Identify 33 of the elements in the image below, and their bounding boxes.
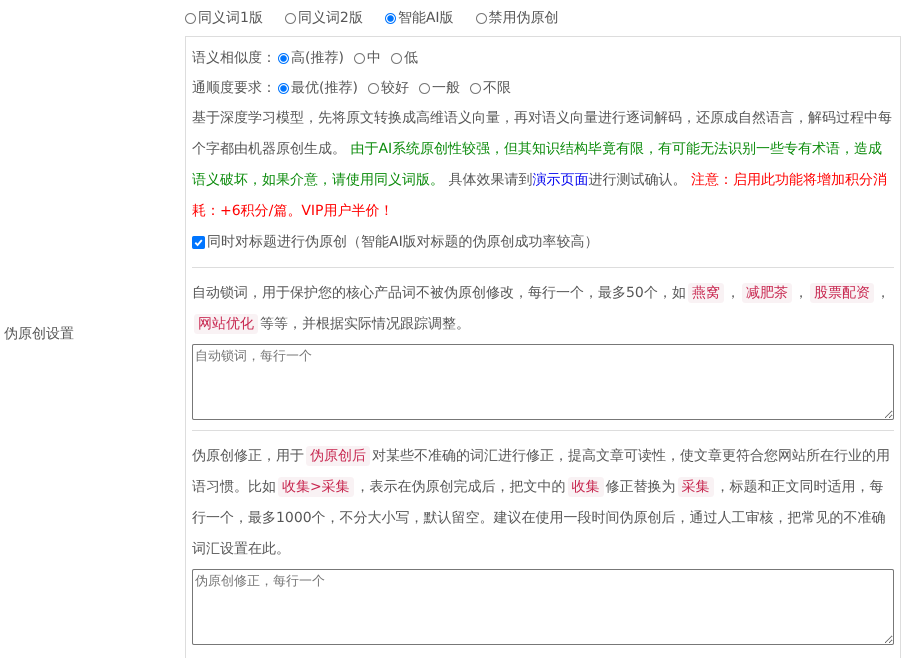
- option-radio[interactable]: 低: [390, 49, 418, 67]
- option-radio[interactable]: 高(推荐): [278, 49, 344, 67]
- option-radio[interactable]: 不限: [470, 79, 511, 97]
- option-label: 语义相似度：: [192, 49, 276, 67]
- checkbox-icon[interactable]: [192, 236, 205, 248]
- radio-icon[interactable]: [368, 82, 379, 94]
- radio-icon[interactable]: [185, 12, 196, 24]
- radio-icon[interactable]: [278, 82, 289, 94]
- radio-icon[interactable]: [354, 52, 365, 64]
- mode-radio[interactable]: 同义词2版: [284, 9, 363, 27]
- title-checkbox[interactable]: 同时对标题进行伪原创（智能AI版对标题的伪原创成功率较高）: [192, 227, 894, 257]
- option-label: 通顺度要求：: [192, 79, 276, 97]
- section-description: 伪原创修正，用于 伪原创后 对某些不准确的词汇进行修正，提高文章可读性，使文章更符合您网站所在行业的用语习惯。比如 收集>采集 ，表示在伪原创完成后，把文中的 收集 修正替换为 采集 ，标题和正文同时适用，每行一个，最多1000个，不分大小写，默认留空。建议在使用一段时间伪原创后，通过人工审核，把常见的不准确词汇设置在此。: [192, 445, 891, 559]
- ai-description: 基于深度学习模型，先将原文转换成高维语义向量，再对语义向量进行逐词解码，还原成自然语言，解码过程中每个字都由机器原创生成。 由于AI系统原创性较强，但其知识结构毕竟有限，有可能无法识别一些专有术语，造成语义破坏，如果介意，请使用同义词版。 具体效果请到演示页面进行测试确认。 注意：启用此功能将增加积分消耗：+6积分/篇。VIP用户半价！: [192, 109, 893, 221]
- radio-icon[interactable]: [390, 52, 402, 64]
- mode-radio[interactable]: 同义词1版: [185, 9, 263, 27]
- option-radio[interactable]: 中: [354, 49, 381, 67]
- radio-icon[interactable]: [418, 82, 430, 94]
- radio-icon[interactable]: [284, 12, 296, 24]
- option-radio[interactable]: 较好: [368, 79, 409, 97]
- mode-radio[interactable]: 智能AI版: [384, 9, 454, 27]
- radio-icon[interactable]: [384, 12, 396, 24]
- radio-icon[interactable]: [470, 82, 481, 94]
- mode-radio[interactable]: 禁用伪原创: [476, 9, 559, 27]
- section-description: 自动锁词，用于保护您的核心产品词不被伪原创修改，每行一个，最多50个，如 燕窝 ， 减肥茶 ， 股票配资 ， 网站优化 等等，并根据实际情况跟踪调整。: [192, 282, 891, 336]
- demo-page-link[interactable]: 演示页面: [532, 172, 588, 188]
- setting-label: 伪原创设置: [4, 325, 74, 343]
- input-field[interactable]: 自动锁词，每行一个: [192, 344, 894, 420]
- input-field[interactable]: 伪原创修正，每行一个: [192, 569, 894, 645]
- radio-icon[interactable]: [476, 12, 487, 24]
- option-radio[interactable]: 一般: [418, 79, 460, 97]
- option-radio[interactable]: 最优(推荐): [278, 79, 358, 97]
- radio-icon[interactable]: [278, 52, 289, 64]
